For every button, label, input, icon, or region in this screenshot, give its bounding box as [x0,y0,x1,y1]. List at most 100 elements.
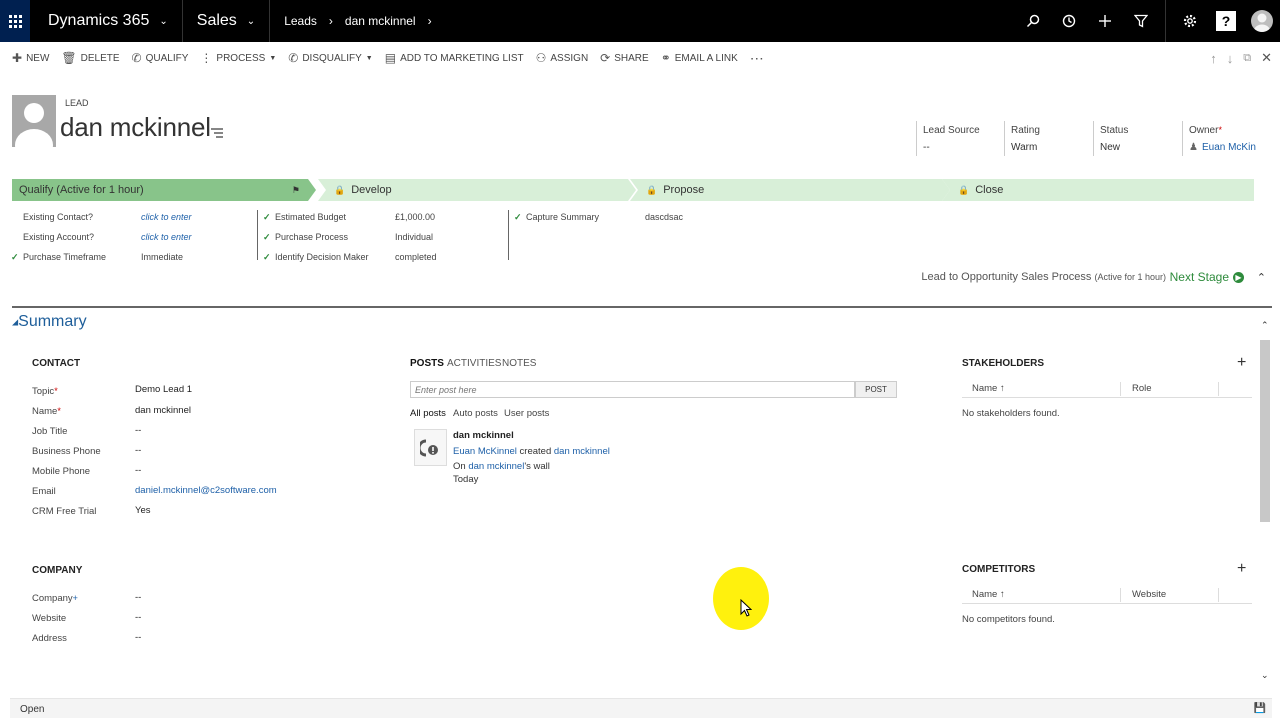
disqualify-button[interactable]: ✆ DISQUALIFY ▼ [288,51,372,65]
scrollbar-thumb[interactable] [1260,340,1270,522]
owner-link[interactable]: Euan McKinnel [1202,142,1256,153]
purchase-process-value[interactable]: Individual [395,232,433,242]
scroll-up-icon[interactable]: ⌃ [1261,320,1269,331]
app-brand[interactable]: Dynamics 365 ⌄ [30,0,183,42]
user-icon: ♟ [1189,142,1198,153]
subtab-user-posts[interactable]: User posts [504,408,549,419]
add-stakeholder-plus-icon[interactable]: + [1237,354,1246,372]
check-icon: ✓ [11,252,19,262]
name-field[interactable]: dan mckinnel [135,405,191,416]
breadcrumb-leads[interactable]: Leads [284,14,317,28]
subtab-all-posts[interactable]: All posts [410,408,446,419]
scroll-down-icon[interactable]: ⌄ [1261,670,1269,681]
vertical-scrollbar[interactable]: ⌃ ⌄ [1258,318,1272,690]
form-selector-icon[interactable] [210,126,224,142]
stage-develop[interactable]: 🔒 Develop [318,179,636,201]
post-on-prefix: On [453,461,466,472]
delete-button[interactable]: 🗑 DELETE [61,51,119,65]
module-selector[interactable]: Sales ⌄ [183,0,271,42]
column-role[interactable]: Role [1132,383,1152,394]
column-name[interactable]: Name ↑ [972,383,1005,394]
email-a-link-button[interactable]: ⚭ EMAIL A LINK [661,51,738,65]
crm-free-trial-field[interactable]: Yes [135,505,151,516]
header-field-lead-source[interactable]: Lead Source -- [916,121,996,156]
post-actor-link[interactable]: Euan McKinnel [453,446,517,457]
tab-activities[interactable]: ACTIVITIES [447,358,501,369]
mobile-phone-field[interactable]: -- [135,465,141,476]
record-name: dan mckinnel [60,112,211,142]
share-button[interactable]: ⟳ SHARE [600,51,649,65]
header-field-status[interactable]: Status New [1093,121,1173,156]
arrow-down-icon[interactable]: ↓ [1227,51,1234,66]
pop-out-icon[interactable]: ⧉ [1243,52,1251,65]
process-button[interactable]: ⋮ PROCESS ▼ [200,51,276,65]
delete-button-label: DELETE [80,52,120,64]
breadcrumb-record[interactable]: dan mckinnel [345,14,416,28]
app-launcher-button[interactable] [0,0,30,42]
more-commands-button[interactable]: ⋯ [750,50,764,67]
stage-qualify[interactable]: Qualify (Active for 1 hour) ⚑ [12,179,316,201]
identify-decision-maker-value[interactable]: completed [395,252,437,262]
user-profile-button[interactable] [1244,0,1280,42]
post-button[interactable]: POST [855,381,897,398]
existing-account-input[interactable]: click to enter [141,232,192,242]
arrow-right-circle-icon: ▶ [1233,271,1244,283]
help-button[interactable]: ? [1208,0,1244,42]
header-field-rating[interactable]: Rating Warm [1004,121,1084,156]
tab-posts[interactable]: POSTS [410,358,444,369]
post-input[interactable] [410,381,855,398]
avatar [1251,10,1273,32]
purchase-timeframe-value[interactable]: Immediate [141,252,183,262]
capture-summary-value[interactable]: dascdsac [645,212,683,222]
assign-button[interactable]: ⚇ ASSIGN [536,51,589,65]
website-field[interactable]: -- [135,612,141,623]
add-to-marketing-list-button[interactable]: ▤ ADD TO MARKETING LIST [385,51,524,65]
post-wall: On dan mckinnel's wall [453,461,550,472]
flag-icon: ⚑ [291,184,300,195]
search-icon[interactable] [1015,0,1051,42]
filter-icon[interactable] [1123,0,1159,42]
process-name[interactable]: Lead to Opportunity Sales Process (Activ… [921,271,1166,283]
create-plus-icon[interactable] [1087,0,1123,42]
column-name[interactable]: Name ↑ [972,589,1005,600]
link-icon: ⚭ [660,51,671,65]
column-divider [1218,588,1219,602]
field-label: Status [1100,125,1129,136]
qualify-button[interactable]: ✆ QUALIFY [132,51,189,65]
arrow-up-icon[interactable]: ↑ [1210,51,1217,66]
address-field[interactable]: -- [135,632,141,643]
process-field-purchase-process: ✓ Purchase Process [263,232,348,243]
column-website[interactable]: Website [1132,589,1166,600]
tab-notes[interactable]: NOTES [502,358,536,369]
topic-field[interactable]: Demo Lead 1 [135,384,192,395]
contact-section-title: CONTACT [32,358,81,369]
post-target-link[interactable]: dan mckinnel [554,446,610,457]
recent-history-icon[interactable] [1051,0,1087,42]
record-photo[interactable] [12,95,56,147]
close-icon[interactable]: ✕ [1261,50,1272,66]
email-field[interactable]: daniel.mckinnel@c2software.com [135,485,277,496]
summary-section-toggle[interactable]: ◢Summary [12,313,87,331]
field-label: Capture Summary [526,212,600,222]
stage-propose[interactable]: 🔒 Propose [630,179,950,201]
header-field-owner[interactable]: Owner* ♟ Euan McKinnel [1182,121,1256,156]
process-name-label: Lead to Opportunity Sales Process [921,271,1092,283]
estimated-budget-value[interactable]: £1,000.00 [395,212,435,222]
collapse-process-icon[interactable]: ⌃ [1257,271,1266,284]
company-field[interactable]: -- [135,592,141,603]
job-title-field[interactable]: -- [135,425,141,436]
stage-close[interactable]: 🔒 Close [942,179,1254,201]
gear-icon[interactable] [1172,0,1208,42]
process-field-identify-decision-maker: ✓ Identify Decision Maker [263,252,369,263]
breadcrumb: Leads › dan mckinnel › [270,0,431,42]
business-phone-field[interactable]: -- [135,445,141,456]
new-button[interactable]: ✚ NEW [12,51,49,65]
add-competitor-plus-icon[interactable]: + [1237,560,1246,578]
existing-contact-input[interactable]: click to enter [141,212,192,222]
save-icon[interactable]: 💾 [1254,703,1266,714]
subtab-auto-posts[interactable]: Auto posts [453,408,498,419]
post-author[interactable]: dan mckinnel [453,430,514,441]
next-stage-button[interactable]: Next Stage ▶ [1170,270,1244,284]
post-wall-link[interactable]: dan mckinnel [468,461,524,472]
stage-label: Qualify (Active for 1 hour) [19,184,144,196]
